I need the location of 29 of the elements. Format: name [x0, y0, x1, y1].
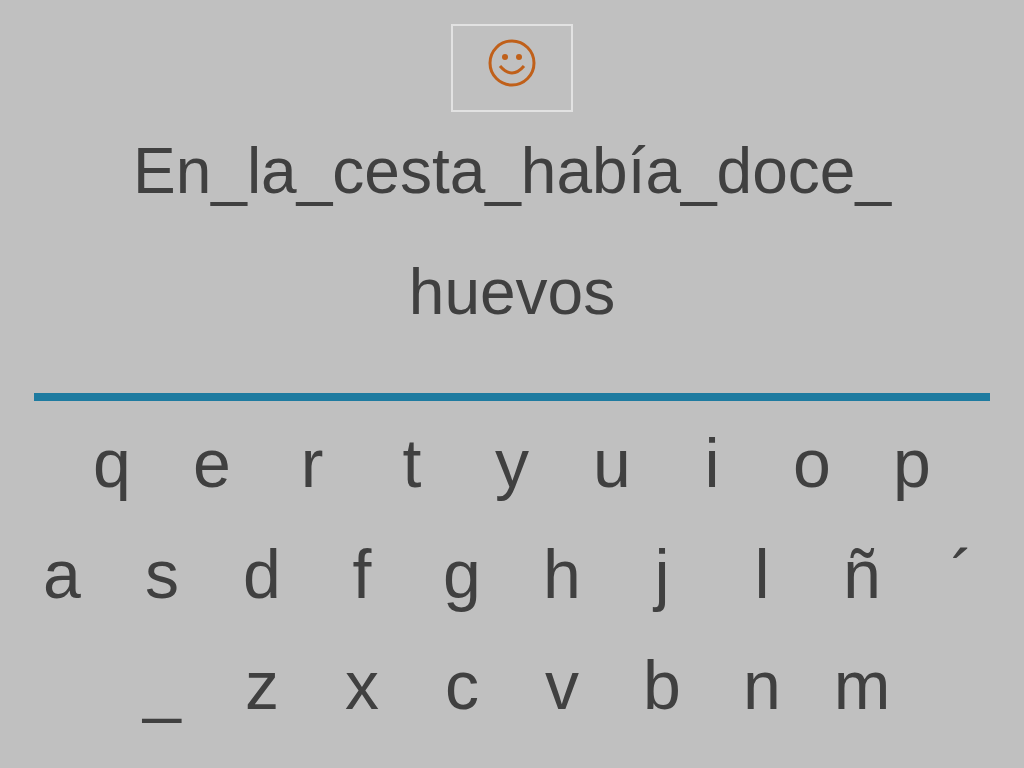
letter-key[interactable]: b [612, 644, 712, 725]
letter-key[interactable]: y [462, 422, 562, 503]
letter-key[interactable]: n [712, 644, 812, 725]
letter-key[interactable]: ´ [912, 533, 1012, 614]
letter-key[interactable]: g [412, 533, 512, 614]
letter-key[interactable]: v [512, 644, 612, 725]
letter-key[interactable]: ñ [812, 533, 912, 614]
letter-key[interactable]: i [662, 422, 762, 503]
letter-key[interactable]: _ [112, 644, 212, 725]
letter-key[interactable]: d [212, 533, 312, 614]
letter-key[interactable]: j [612, 533, 712, 614]
letter-key[interactable]: r [262, 422, 362, 503]
sentence-text: huevos [408, 254, 616, 329]
letter-key[interactable]: m [812, 644, 912, 725]
letter-key[interactable]: l [712, 533, 812, 614]
letter-key[interactable]: s [112, 533, 212, 614]
letter-key[interactable]: p [862, 422, 962, 503]
letter-key[interactable]: z [212, 644, 312, 725]
letter-key[interactable]: f [312, 533, 412, 614]
sentence-text: En_la_cesta_había_doce_ [133, 134, 891, 208]
letter-key[interactable]: e [162, 422, 262, 503]
letter-key[interactable]: u [562, 422, 662, 503]
letter-key[interactable]: x [312, 644, 412, 725]
letter-key[interactable]: o [762, 422, 862, 503]
letter-key[interactable]: h [512, 533, 612, 614]
letter-key[interactable]: t [362, 422, 462, 503]
letter-key[interactable]: a [12, 533, 112, 614]
letter-key[interactable]: q [62, 422, 162, 503]
letter-key[interactable]: c [412, 644, 512, 725]
